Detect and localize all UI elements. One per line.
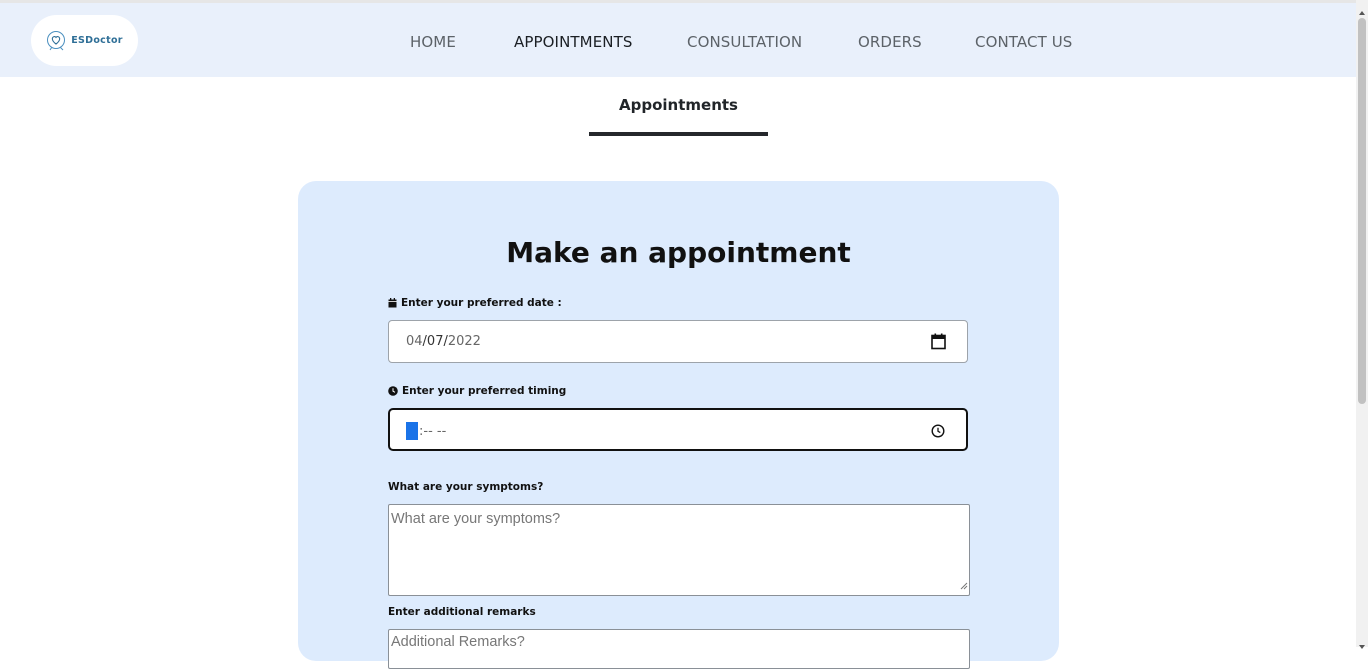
scrollbar-thumb[interactable] [1358, 18, 1366, 404]
date-month: 04 [406, 334, 423, 349]
calendar-picker-icon[interactable] [931, 333, 947, 354]
clock-picker-icon[interactable] [931, 423, 945, 442]
time-input[interactable]: :-- -- [388, 408, 968, 451]
time-label: Enter your preferred timing [388, 385, 566, 397]
nav-home[interactable]: HOME [410, 33, 456, 51]
brand-logo[interactable]: ESDoctor [31, 15, 138, 66]
remarks-label: Enter additional remarks [388, 606, 536, 618]
date-year: 2022 [447, 334, 481, 349]
time-hour-segment-selected[interactable] [406, 422, 418, 440]
form-title: Make an appointment [506, 236, 851, 269]
date-day: /07/ [422, 334, 448, 349]
page-title: Appointments [619, 96, 738, 114]
symptoms-label-text: What are your symptoms? [388, 481, 544, 493]
page-scrollbar[interactable] [1356, 0, 1368, 649]
time-label-text: Enter your preferred timing [402, 385, 567, 397]
resize-handle-icon[interactable] [960, 575, 968, 594]
time-remaining-segments: :-- -- [419, 423, 447, 439]
remarks-textarea[interactable]: Additional Remarks? [388, 629, 970, 669]
scroll-up-arrow-icon[interactable] [1358, 2, 1366, 15]
navbar: ESDoctor HOME APPOINTMENTS CONSULTATION … [0, 3, 1356, 77]
stethoscope-heart-icon [46, 30, 68, 52]
scroll-down-arrow-icon[interactable] [1358, 636, 1366, 649]
date-value: 04/07/2022 [406, 334, 481, 349]
date-label: Enter your preferred date : [388, 297, 562, 309]
calendar-icon [388, 298, 397, 308]
remarks-placeholder: Additional Remarks? [391, 634, 525, 650]
symptoms-label: What are your symptoms? [388, 481, 543, 493]
nav-orders[interactable]: ORDERS [858, 33, 922, 51]
clock-icon [388, 386, 398, 396]
remarks-label-text: Enter additional remarks [388, 606, 536, 618]
time-value: :-- -- [406, 422, 446, 440]
symptoms-placeholder: What are your symptoms? [391, 511, 561, 527]
date-label-text: Enter your preferred date : [401, 297, 562, 309]
page-title-underline [589, 132, 768, 136]
nav-consultation[interactable]: CONSULTATION [687, 33, 802, 51]
nav-contact-us[interactable]: CONTACT US [975, 33, 1072, 51]
date-input[interactable]: 04/07/2022 [388, 320, 968, 363]
brand-name: ESDoctor [71, 35, 123, 46]
nav-appointments[interactable]: APPOINTMENTS [514, 33, 633, 51]
symptoms-textarea[interactable]: What are your symptoms? [388, 504, 970, 596]
